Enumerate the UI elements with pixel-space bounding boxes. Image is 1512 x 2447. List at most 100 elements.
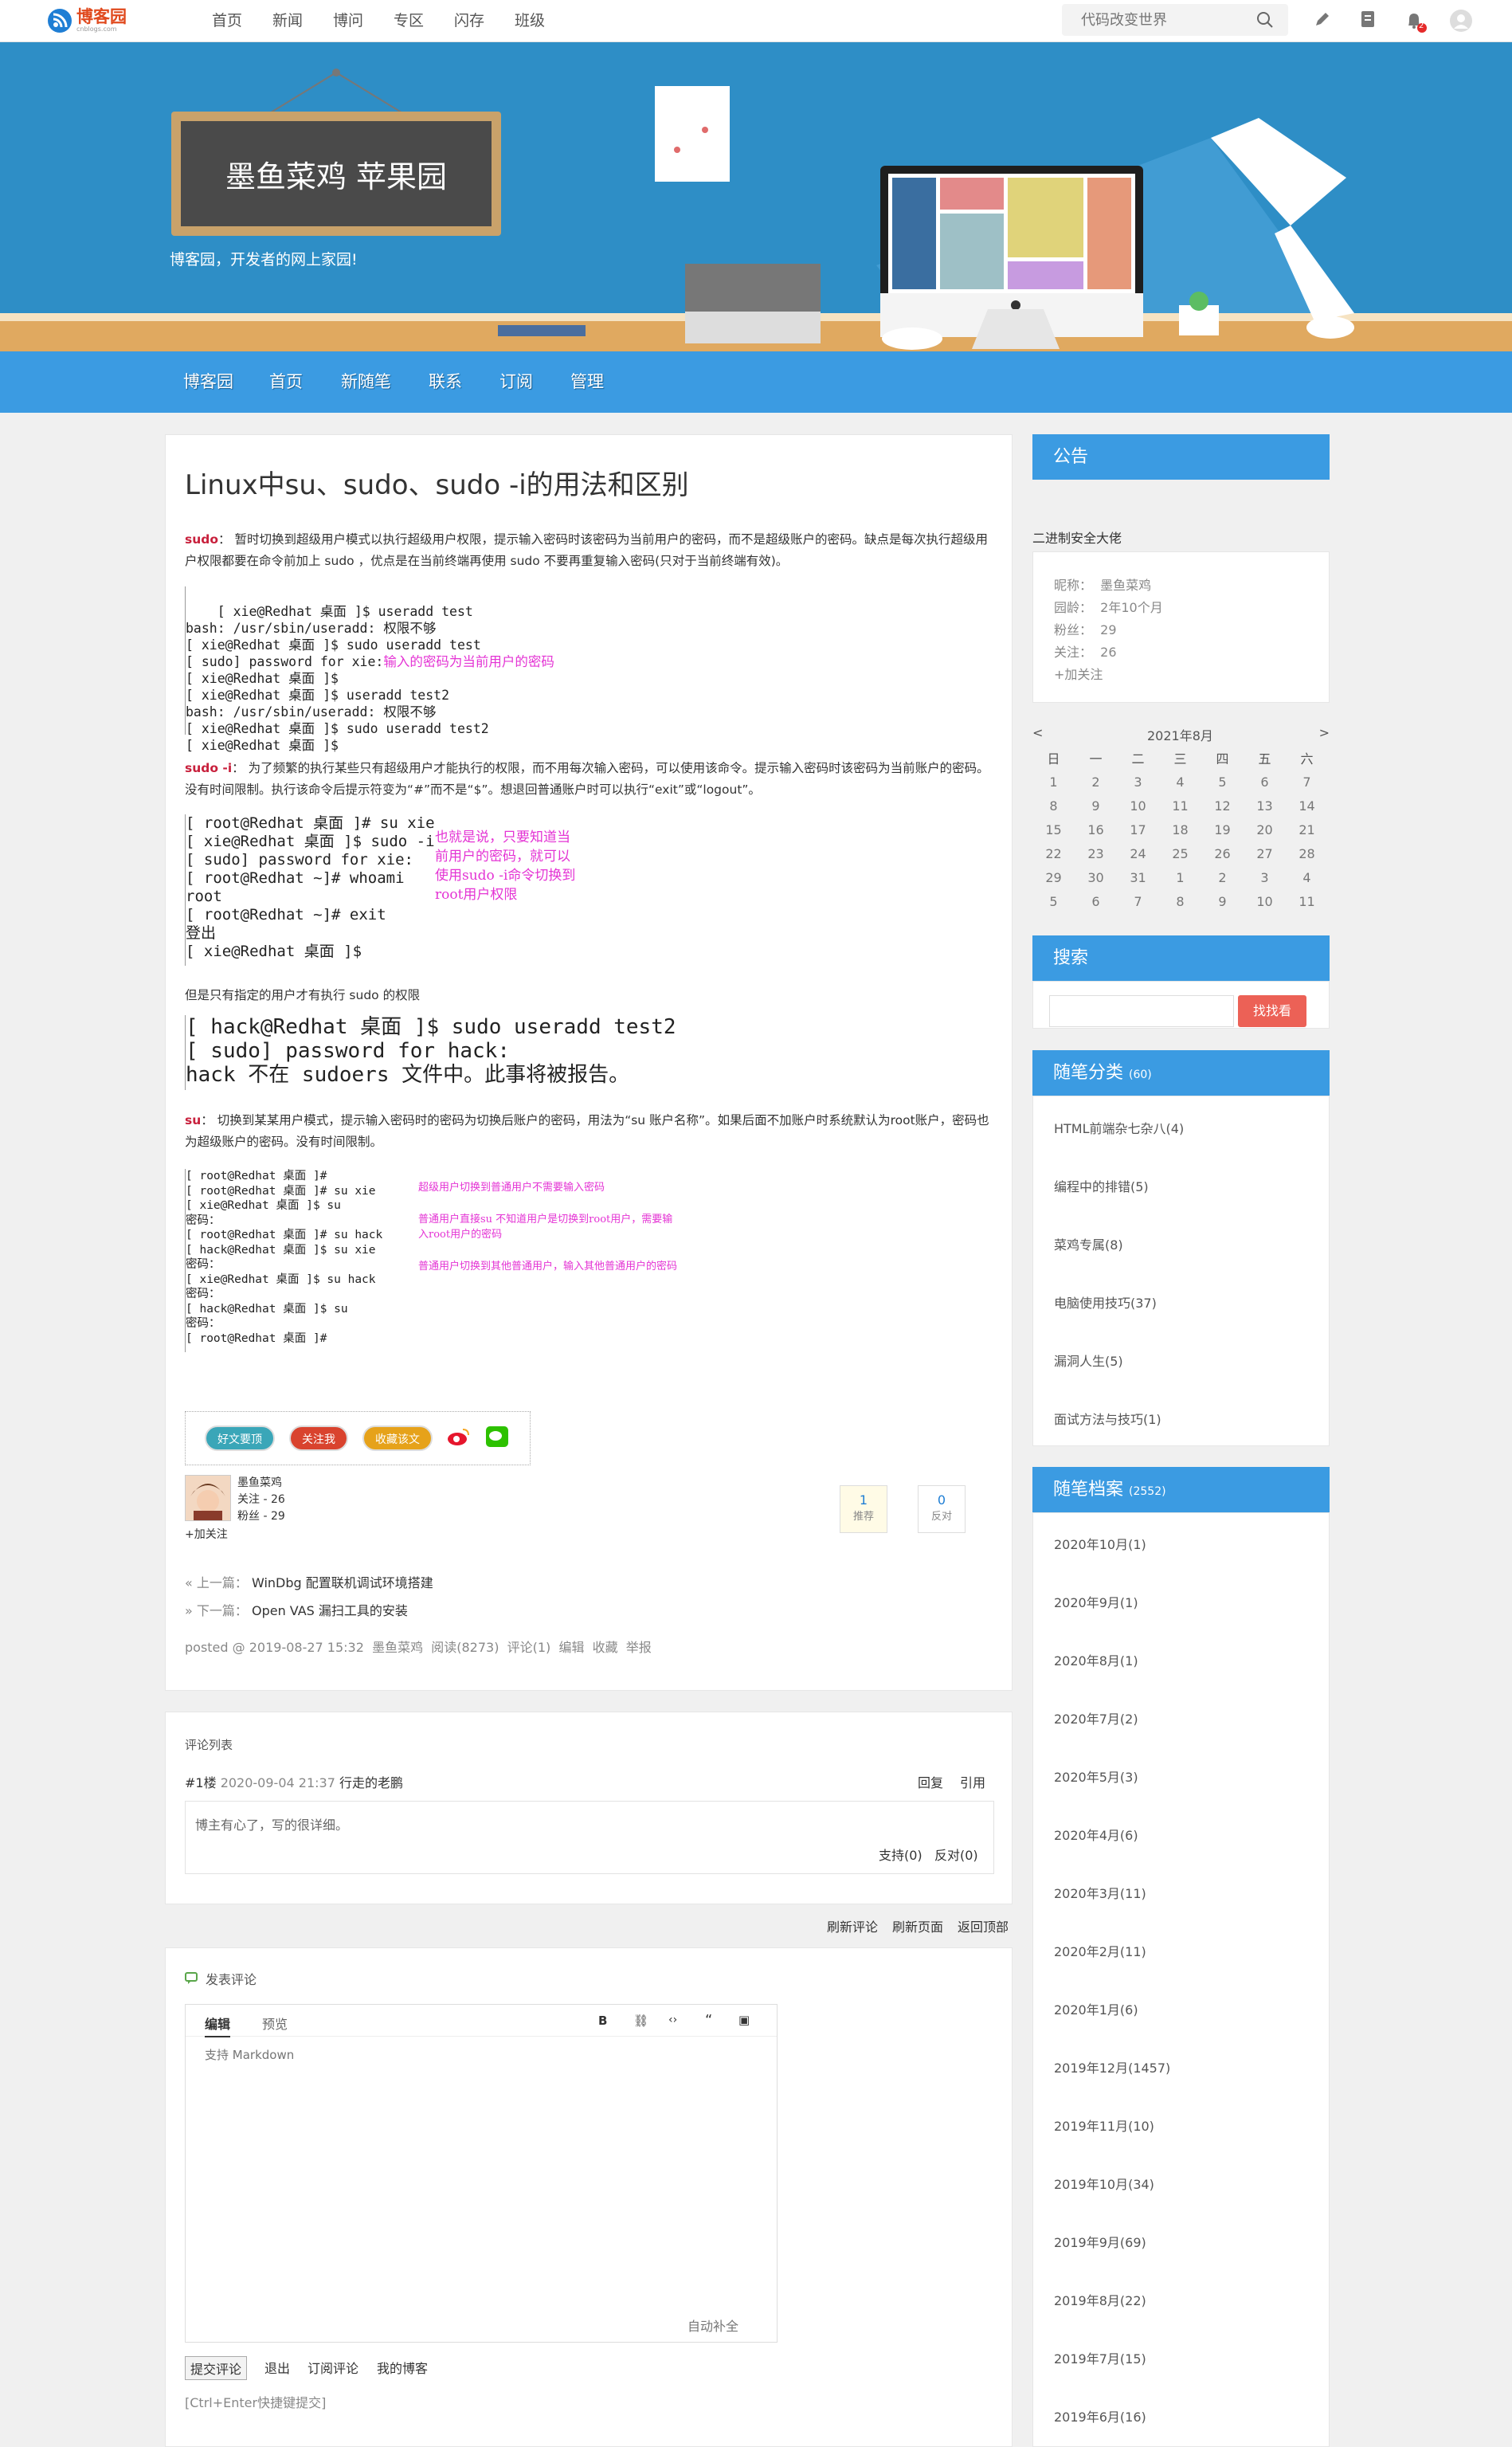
calendar-day: 17 — [1130, 822, 1146, 837]
comment-quote-link[interactable]: 引用 — [960, 1772, 985, 1791]
profile-fans[interactable]: 粉丝： 29 — [1054, 619, 1117, 638]
profile-nickname[interactable]: 昵称： 墨鱼菜鸡 — [1054, 574, 1151, 594]
image-icon[interactable]: ▣ — [738, 2013, 750, 2027]
archive-item[interactable]: 2020年7月(2) — [1054, 1708, 1138, 1727]
menu-home[interactable]: 首页 — [269, 351, 303, 413]
top-nav-class[interactable]: 班级 — [515, 0, 575, 42]
quote-icon[interactable]: “ — [705, 2012, 712, 2029]
label-sudo: sudo — [185, 532, 219, 547]
site-logo[interactable]: 博客园 cnblogs.com — [48, 8, 127, 33]
link-icon[interactable]: ⛓ — [633, 2014, 648, 2028]
author-avatar[interactable] — [185, 1475, 231, 1521]
document-icon[interactable] — [1358, 10, 1381, 32]
archive-item[interactable]: 2019年10月(34) — [1054, 2174, 1154, 2193]
author-follow-count[interactable]: 关注 - 26 — [237, 1492, 333, 1508]
top-nav-home[interactable]: 首页 — [212, 0, 272, 42]
label-sudo-i: sudo -i — [185, 761, 233, 775]
menu-cnblogs[interactable]: 博客园 — [183, 351, 233, 413]
calendar-prev[interactable]: < — [1032, 725, 1043, 740]
archive-item[interactable]: 2020年8月(1) — [1054, 1650, 1138, 1669]
calendar-week: 22 23 24 25 26 27 28 — [1032, 841, 1328, 865]
comment-floor[interactable]: #1楼 — [185, 1775, 217, 1790]
sidebar-search-button[interactable]: 找找看 — [1238, 995, 1306, 1027]
calendar-next[interactable]: > — [1319, 725, 1330, 740]
menu-contact[interactable]: 联系 — [429, 351, 462, 413]
archive-item[interactable]: 2020年1月(6) — [1054, 1999, 1138, 2018]
weibo-icon[interactable] — [447, 1426, 471, 1450]
calendar-day: 10 — [1130, 798, 1146, 814]
submit-comment-button[interactable]: 提交评论 — [185, 2356, 248, 2380]
calendar-week: 15 16 17 18 19 20 21 — [1032, 818, 1328, 841]
tab-preview[interactable]: 预览 — [262, 2014, 288, 2033]
autocomplete-toggle[interactable]: 自动补全 — [687, 2316, 738, 2335]
bold-icon[interactable]: B — [598, 2014, 607, 2028]
tab-edit[interactable]: 编辑 — [205, 2014, 231, 2037]
archive-item[interactable]: 2020年2月(11) — [1054, 1941, 1146, 1960]
menu-new-post[interactable]: 新随笔 — [341, 351, 391, 413]
refresh-page-link[interactable]: 刷新页面 — [892, 1916, 943, 1935]
author-name[interactable]: 墨鱼菜鸡 — [237, 1475, 333, 1492]
top-nav-news[interactable]: 新闻 — [272, 0, 333, 42]
menu-admin[interactable]: 管理 — [570, 351, 604, 413]
archive-item[interactable]: 2019年9月(69) — [1054, 2232, 1146, 2251]
comment-support[interactable]: 支持(0) — [879, 1845, 922, 1864]
recommend-article-button[interactable]: 好文要顶 — [205, 1425, 275, 1451]
search-icon[interactable] — [1256, 11, 1274, 32]
follow-me-button[interactable]: 关注我 — [289, 1425, 348, 1451]
sidebar-search-input[interactable] — [1049, 995, 1234, 1027]
profile-age[interactable]: 园龄： 2年10个月 — [1054, 597, 1163, 616]
prev-post-link[interactable]: WinDbg 配置联机调试环境搭建 — [252, 1575, 433, 1590]
refresh-comments-link[interactable]: 刷新评论 — [827, 1916, 878, 1935]
category-item[interactable]: 编程中的排错(5) — [1054, 1176, 1149, 1195]
add-follow-link[interactable]: +加关注 — [185, 1526, 264, 1542]
code-icon[interactable]: ‹› — [668, 2014, 677, 2026]
category-item[interactable]: 面试方法与技巧(1) — [1054, 1409, 1161, 1428]
logout-link[interactable]: 退出 — [264, 2358, 290, 2377]
wechat-icon[interactable] — [485, 1425, 509, 1451]
category-item[interactable]: 电脑使用技巧(37) — [1054, 1292, 1157, 1312]
profile-following[interactable]: 关注： 26 — [1054, 641, 1117, 661]
subscribe-comments-link[interactable]: 订阅评论 — [307, 2358, 358, 2377]
back-to-top-link[interactable]: 返回顶部 — [958, 1916, 1009, 1935]
profile-add-follow[interactable]: +加关注 — [1054, 664, 1103, 683]
my-blog-link[interactable]: 我的博客 — [377, 2358, 428, 2377]
archive-item[interactable]: 2020年9月(1) — [1054, 1592, 1138, 1611]
author-fans-count[interactable]: 粉丝 - 29 — [237, 1508, 333, 1525]
blog-title[interactable]: 墨鱼菜鸡 苹果园 — [225, 152, 447, 196]
archive-item[interactable]: 2020年5月(3) — [1054, 1767, 1138, 1786]
category-item[interactable]: HTML前端杂七杂八(4) — [1054, 1118, 1184, 1137]
avatar-icon[interactable] — [1450, 10, 1472, 32]
bell-icon[interactable]: 2 — [1404, 10, 1427, 33]
calendar-title: 2021年8月 — [1147, 728, 1213, 743]
archive-count: (2552) — [1129, 1485, 1166, 1498]
archive-item[interactable]: 2020年10月(1) — [1054, 1534, 1146, 1553]
archive-item[interactable]: 2020年4月(6) — [1054, 1825, 1138, 1844]
calendar-day: 4 — [1302, 869, 1311, 885]
archive-item[interactable]: 2019年6月(16) — [1054, 2406, 1146, 2425]
post-title[interactable]: Linux中su、sudo、sudo -i的用法和区别 — [185, 463, 689, 502]
category-item[interactable]: 漏洞人生(5) — [1054, 1351, 1123, 1370]
digg-box[interactable]: 1 推荐 — [840, 1485, 887, 1533]
archive-item[interactable]: 2019年11月(10) — [1054, 2116, 1154, 2135]
top-nav-zone[interactable]: 专区 — [394, 0, 454, 42]
comment-reply-link[interactable]: 回复 — [918, 1772, 943, 1791]
comment-author[interactable]: 行走的老鹏 — [339, 1775, 403, 1790]
archive-item[interactable]: 2020年3月(11) — [1054, 1883, 1146, 1902]
code-su-annotation-1: 超级用户切换到普通用户不需要输入密码 — [418, 1182, 605, 1194]
top-nav-questions[interactable]: 博问 — [333, 0, 394, 42]
comment-textarea[interactable] — [186, 2038, 777, 2301]
top-nav-ing[interactable]: 闪存 — [454, 0, 515, 42]
calendar-day: 2 — [1091, 774, 1100, 790]
site-search-input[interactable] — [1062, 4, 1245, 36]
category-item[interactable]: 菜鸡专属(8) — [1054, 1234, 1123, 1253]
logo-text: 博客园 — [76, 7, 127, 26]
bookmark-button[interactable]: 收藏该文 — [362, 1425, 433, 1451]
archive-item[interactable]: 2019年12月(1457) — [1054, 2057, 1170, 2076]
pencil-icon[interactable] — [1313, 10, 1335, 32]
menu-subscribe[interactable]: 订阅 — [499, 351, 533, 413]
comment-oppose[interactable]: 反对(0) — [934, 1845, 978, 1864]
archive-item[interactable]: 2019年8月(22) — [1054, 2290, 1146, 2309]
bury-box[interactable]: 0 反对 — [918, 1485, 966, 1533]
next-post-link[interactable]: Open VAS 漏扫工具的安装 — [252, 1603, 408, 1618]
archive-item[interactable]: 2019年7月(15) — [1054, 2348, 1146, 2367]
